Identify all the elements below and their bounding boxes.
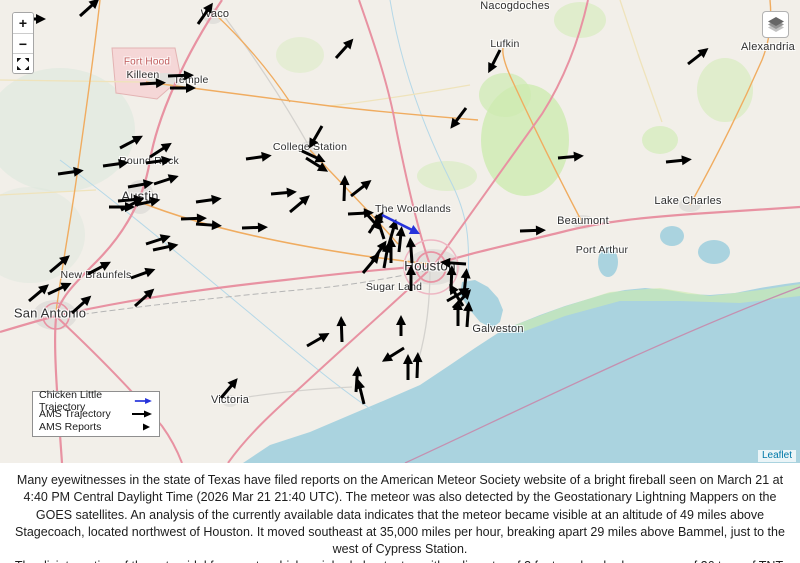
legend-label: AMS Trajectory: [39, 408, 111, 420]
page: WacoNacogdochesLufkinAlexandriaFort Hood…: [0, 0, 800, 563]
leaflet-map[interactable]: WacoNacogdochesLufkinAlexandriaFort Hood…: [0, 0, 800, 463]
legend-row-ams-reports: AMS Reports: [39, 420, 153, 433]
zoom-in-button[interactable]: +: [13, 13, 33, 33]
leaflet-link[interactable]: Leaflet: [762, 450, 792, 461]
legend-row-ams-trajectory: AMS Trajectory: [39, 407, 153, 420]
legend-row-chicken-little: Chicken Little Trajectory: [39, 394, 153, 407]
caption: Many eyewitnesses in the state of Texas …: [0, 463, 800, 563]
caption-paragraph-1: Many eyewitnesses in the state of Texas …: [12, 472, 788, 558]
black-arrow-icon: [131, 409, 153, 419]
blue-arrow-icon: [134, 396, 153, 406]
zoom-out-button[interactable]: −: [13, 33, 33, 53]
black-arrowhead-icon: [131, 422, 153, 432]
attribution: Leaflet: [758, 450, 796, 462]
zoom-control: + −: [12, 12, 34, 74]
layers-icon: [768, 17, 784, 32]
expand-icon: [17, 58, 29, 70]
fullscreen-button[interactable]: [13, 53, 33, 73]
map-legend: Chicken Little Trajectory AMS Trajectory…: [32, 391, 160, 437]
legend-label: AMS Reports: [39, 421, 101, 433]
caption-paragraph-2: The disintegration of the asteroidal fra…: [12, 558, 788, 563]
layers-control[interactable]: [762, 11, 789, 38]
